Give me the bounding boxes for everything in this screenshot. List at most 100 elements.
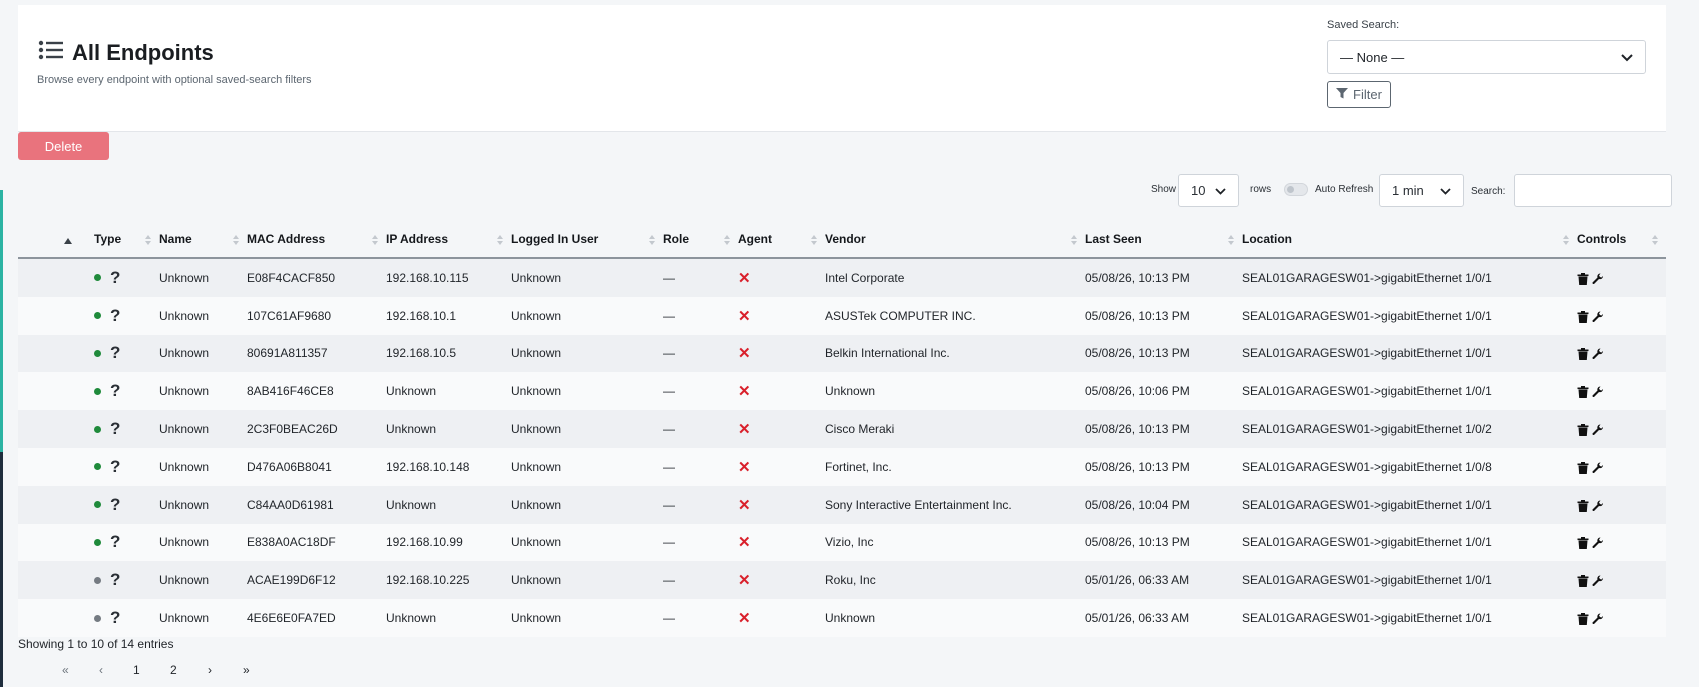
location-cell: SEAL01GARAGESW01->gigabitEthernet 1/0/1 xyxy=(1242,346,1492,361)
status-dot xyxy=(94,274,101,282)
wrench-icon[interactable] xyxy=(1592,611,1604,625)
agent-missing-icon: ✕ xyxy=(738,610,751,628)
prev-page-button[interactable]: ‹ xyxy=(99,663,103,677)
column-header-role[interactable]: Role xyxy=(663,220,738,259)
trash-icon[interactable] xyxy=(1577,309,1589,323)
trash-icon[interactable] xyxy=(1577,611,1589,625)
trash-icon[interactable] xyxy=(1577,271,1589,285)
name-cell: Unknown xyxy=(159,611,210,626)
chevron-down-icon xyxy=(1621,50,1633,65)
wrench-icon[interactable] xyxy=(1592,309,1604,323)
column-header-ip[interactable]: IP Address xyxy=(386,220,511,259)
last-seen-cell: 05/08/26, 10:13 PM xyxy=(1085,422,1190,437)
ip-cell: 192.168.10.115 xyxy=(386,270,469,285)
table-row[interactable]: ? Unknown C84AA0D61981 Unknown Unknown —… xyxy=(18,485,1666,524)
trash-icon[interactable] xyxy=(1577,498,1589,512)
rows-label: rows xyxy=(1250,184,1272,195)
trash-icon[interactable] xyxy=(1577,535,1589,550)
column-header-controls[interactable]: Controls xyxy=(1577,220,1666,259)
refresh-interval-select[interactable]: 1 min xyxy=(1379,174,1464,207)
vendor-cell: Unknown xyxy=(825,384,876,399)
type-cell: ? xyxy=(18,599,159,637)
entries-info: Showing 1 to 10 of 14 entries xyxy=(18,637,174,651)
column-header-type[interactable]: Type xyxy=(18,220,159,259)
location-cell: SEAL01GARAGESW01->gigabitEthernet 1/0/1 xyxy=(1242,611,1492,626)
trash-icon[interactable] xyxy=(1577,422,1589,436)
trash-icon[interactable] xyxy=(1577,460,1589,474)
trash-icon[interactable] xyxy=(1577,346,1589,361)
status-dot xyxy=(94,463,101,471)
wrench-icon[interactable] xyxy=(1592,535,1604,549)
ip-cell: 192.168.10.1 xyxy=(386,308,457,323)
unknown-type-icon: ? xyxy=(110,343,121,363)
saved-search-select[interactable]: — None — xyxy=(1327,40,1646,74)
column-header-user[interactable]: Logged In User xyxy=(511,220,663,259)
column-header-vendor[interactable]: Vendor xyxy=(825,220,1085,259)
last-seen-cell: 05/08/26, 10:13 PM xyxy=(1085,346,1190,361)
last-seen-cell: 05/08/26, 10:13 PM xyxy=(1085,535,1190,550)
left-accent-bar-dark xyxy=(0,452,3,687)
ip-cell: Unknown xyxy=(386,384,437,399)
trash-icon[interactable] xyxy=(1577,573,1589,588)
location-cell: SEAL01GARAGESW01->gigabitEthernet 1/0/1 xyxy=(1242,573,1492,588)
wrench-icon[interactable] xyxy=(1592,422,1604,436)
column-header-name[interactable]: Name xyxy=(159,220,247,259)
wrench-icon[interactable] xyxy=(1592,498,1604,512)
column-header-mac[interactable]: MAC Address xyxy=(247,220,386,259)
user-cell: Unknown xyxy=(511,422,562,437)
sort-icon xyxy=(724,234,730,245)
name-cell: Unknown xyxy=(159,535,210,550)
table-row[interactable]: ? Unknown E838A0AC18DF 192.168.10.99 Unk… xyxy=(18,523,1666,562)
delete-button[interactable]: Delete xyxy=(18,132,109,160)
column-header-last-seen[interactable]: Last Seen xyxy=(1085,220,1242,259)
filter-button[interactable]: Filter xyxy=(1327,81,1391,108)
mac-cell: C84AA0D61981 xyxy=(247,497,334,512)
wrench-icon[interactable] xyxy=(1592,346,1604,360)
location-cell: SEAL01GARAGESW01->gigabitEthernet 1/0/1 xyxy=(1242,384,1492,399)
table-row[interactable]: ? Unknown 2C3F0BEAC26D Unknown Unknown —… xyxy=(18,410,1666,448)
type-cell: ? xyxy=(18,297,159,335)
table-row[interactable]: ? Unknown 4E6E6E0FA7ED Unknown Unknown —… xyxy=(18,599,1666,637)
table-row[interactable]: ? Unknown D476A06B8041 192.168.10.148 Un… xyxy=(18,447,1666,486)
auto-refresh-toggle[interactable] xyxy=(1284,183,1308,196)
column-header-agent[interactable]: Agent xyxy=(738,220,825,259)
last-seen-cell: 05/08/26, 10:13 PM xyxy=(1085,270,1190,285)
location-cell: SEAL01GARAGESW01->gigabitEthernet 1/0/1 xyxy=(1242,535,1492,550)
table-row[interactable]: ? Unknown 80691A811357 192.168.10.5 Unkn… xyxy=(18,334,1666,373)
column-header-location[interactable]: Location xyxy=(1242,220,1577,259)
wrench-icon[interactable] xyxy=(1592,271,1604,285)
agent-missing-icon: ✕ xyxy=(738,458,751,476)
last-seen-cell: 05/08/26, 10:13 PM xyxy=(1085,459,1190,474)
name-cell: Unknown xyxy=(159,346,210,361)
next-page-button[interactable]: › xyxy=(208,663,212,677)
toggle-knob xyxy=(1287,186,1294,193)
page-title: All Endpoints xyxy=(72,39,214,65)
agent-missing-icon: ✕ xyxy=(738,572,751,590)
sort-icon xyxy=(497,234,503,245)
type-cell: ? xyxy=(18,561,159,599)
role-cell: — xyxy=(663,422,675,437)
page-2-button[interactable]: 2 xyxy=(170,663,177,677)
last-page-button[interactable]: » xyxy=(243,663,250,677)
table-row[interactable]: ? Unknown ACAE199D6F12 192.168.10.225 Un… xyxy=(18,561,1666,600)
page-1-button[interactable]: 1 xyxy=(133,663,140,677)
agent-missing-icon: ✕ xyxy=(738,269,751,287)
refresh-interval-value: 1 min xyxy=(1392,183,1424,198)
table-row[interactable]: ? Unknown 107C61AF9680 192.168.10.1 Unkn… xyxy=(18,296,1666,335)
controls-cell xyxy=(1577,486,1666,524)
type-cell: ? xyxy=(18,448,159,486)
wrench-icon[interactable] xyxy=(1592,384,1604,398)
first-page-button[interactable]: « xyxy=(62,663,69,677)
last-seen-cell: 05/01/26, 06:33 AM xyxy=(1085,573,1190,588)
search-input[interactable] xyxy=(1514,174,1672,207)
unknown-type-icon: ? xyxy=(110,494,121,514)
table-row[interactable]: ? Unknown E08F4CACF850 192.168.10.115 Un… xyxy=(18,258,1666,297)
rows-per-page-select[interactable]: 10 xyxy=(1178,174,1239,207)
table-row[interactable]: ? Unknown 8AB416F46CE8 Unknown Unknown —… xyxy=(18,372,1666,411)
trash-icon[interactable] xyxy=(1577,384,1589,399)
agent-missing-icon: ✕ xyxy=(738,307,751,325)
wrench-icon[interactable] xyxy=(1592,573,1604,587)
wrench-icon[interactable] xyxy=(1592,460,1604,474)
role-cell: — xyxy=(663,573,675,588)
name-cell: Unknown xyxy=(159,422,210,437)
